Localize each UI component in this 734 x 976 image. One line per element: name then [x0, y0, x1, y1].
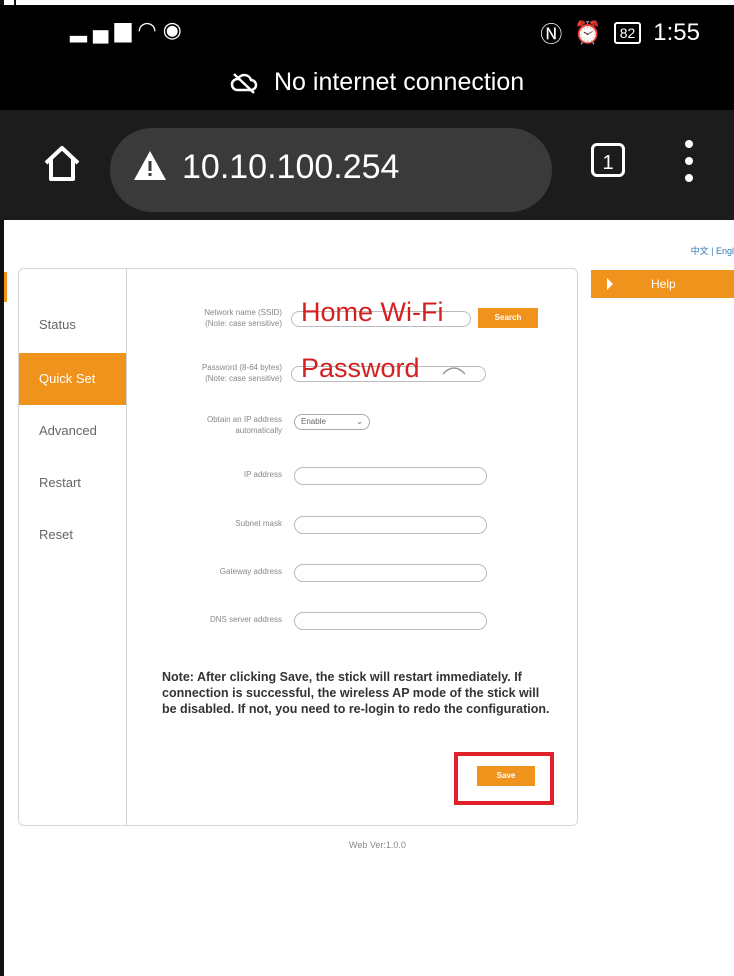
dhcp-label: Obtain an IP address automatically — [206, 415, 282, 435]
dns-server-label: DNS server address — [209, 615, 282, 624]
subnet-mask-input[interactable] — [294, 516, 487, 534]
search-button[interactable]: Search — [478, 308, 538, 328]
url-text[interactable]: 10.10.100.254 — [182, 148, 399, 187]
browser-toolbar: 10.10.100.254 1 — [0, 110, 734, 220]
triangle-right-icon — [607, 278, 613, 290]
status-left-icons: ▂▄▆◠◉ — [70, 17, 188, 43]
connection-text: No internet connection — [274, 68, 525, 96]
sidebar-item-quick-set[interactable]: Quick Set — [19, 353, 126, 405]
clock-time: 1:55 — [653, 19, 700, 46]
dhcp-select[interactable]: Enable ⌄ — [294, 414, 370, 430]
wifi-icon: ◠ — [137, 17, 163, 42]
eye-icon: ◉ — [162, 17, 188, 42]
cloud-off-icon — [230, 72, 258, 94]
web-page: 中文 | Engl Status Quick Set Advanced Rest… — [4, 220, 734, 976]
page-edge-accent — [4, 272, 7, 302]
dns-server-input[interactable] — [294, 612, 487, 630]
quick-set-form: Network name (SSID) (Note: case sensitiv… — [126, 269, 577, 825]
ssid-annotation-text: Home Wi-Fi — [301, 297, 444, 327]
help-label: Help — [651, 277, 676, 291]
alarm-icon: ⏰ — [574, 20, 602, 45]
status-right-icons: Ⓝ ⏰ 82 1:55 — [540, 17, 700, 49]
subnet-mask-label: Subnet mask — [235, 519, 282, 528]
connection-status-bar: No internet connection — [0, 60, 734, 110]
phone-status-bar: ▂▄▆◠◉ Ⓝ ⏰ 82 1:55 — [0, 5, 734, 60]
nfc-icon: Ⓝ — [540, 22, 563, 47]
save-note-text: Note: After clicking Save, the stick wil… — [162, 670, 550, 716]
ip-address-label: IP address — [243, 470, 282, 479]
signal-icon: ▂▄▆ — [70, 17, 138, 42]
chevron-down-icon: ⌄ — [356, 417, 363, 426]
sidebar-nav: Status Quick Set Advanced Restart Reset — [19, 269, 127, 825]
language-links[interactable]: 中文 | Engl — [691, 244, 734, 257]
address-bar[interactable]: 10.10.100.254 — [110, 128, 552, 212]
warning-icon[interactable] — [132, 148, 168, 184]
settings-panel: Status Quick Set Advanced Restart Reset … — [18, 268, 578, 826]
password-label: Password (8-64 bytes) (Note: case sensit… — [201, 363, 282, 383]
ssid-label: Network name (SSID) (Note: case sensitiv… — [204, 308, 282, 328]
sidebar-item-restart[interactable]: Restart — [19, 457, 126, 509]
help-panel-header[interactable]: Help — [591, 270, 734, 298]
web-version: Web Ver:1.0.0 — [349, 840, 406, 850]
dhcp-select-value: Enable — [301, 417, 326, 426]
sidebar-item-advanced[interactable]: Advanced — [19, 405, 126, 457]
sidebar-item-status[interactable]: Status — [19, 299, 126, 351]
ip-address-input[interactable] — [294, 467, 487, 485]
home-icon[interactable] — [42, 143, 82, 183]
gateway-address-label: Gateway address — [219, 567, 282, 576]
sidebar-item-reset[interactable]: Reset — [19, 509, 126, 561]
password-annotation-text: Password — [301, 353, 420, 383]
overflow-menu-icon[interactable] — [684, 140, 694, 186]
eye-toggle-icon[interactable] — [441, 365, 467, 377]
save-button[interactable]: Save — [477, 766, 535, 786]
battery-icon: 82 — [613, 22, 642, 44]
gateway-address-input[interactable] — [294, 564, 487, 582]
tab-switcher-button[interactable]: 1 — [591, 143, 625, 177]
